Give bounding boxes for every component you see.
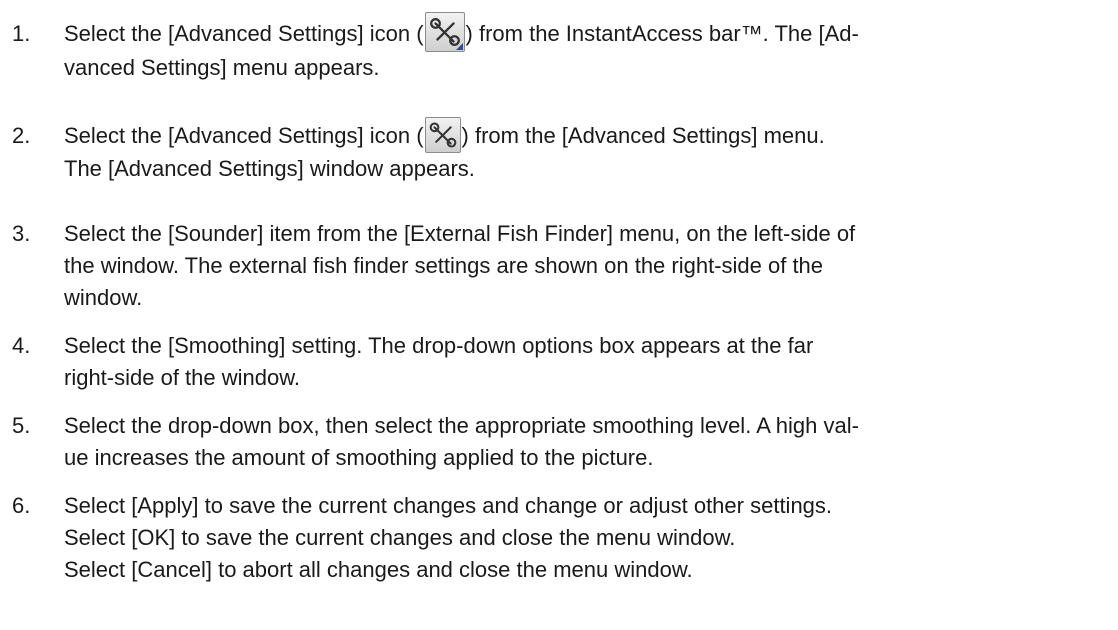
step-text: Select the [Advanced Settings] icon ( ) f… xyxy=(64,117,1102,185)
advanced-settings-icon xyxy=(424,117,461,154)
step-text-segment: Select the drop-down box, then select th… xyxy=(64,413,859,438)
step-text-segment: ue increases the amount of smoothing app… xyxy=(64,445,654,470)
step-number: 1. xyxy=(12,21,31,46)
step-text: Select the [Smoothing] setting. The drop… xyxy=(64,330,1102,394)
step-text: Select the drop-down box, then select th… xyxy=(64,410,1102,474)
step-text-segment: window. xyxy=(64,285,143,310)
step-text-segment: Select the [Smoothing] setting. The drop… xyxy=(64,333,814,358)
step-text-segment: ) from the InstantAccess bar™. The [Ad- xyxy=(465,21,859,46)
step-4: 4. Select the [Smoothing] setting. The d… xyxy=(12,330,1102,394)
step-3: 3. Select the [Sounder] item from the [E… xyxy=(12,218,1102,314)
step-text-segment: Select the [Advanced Settings] icon ( xyxy=(64,21,424,46)
step-text-segment: Select the [Sounder] item from the [Exte… xyxy=(64,221,856,246)
step-text-segment: Select [OK] to save the current changes … xyxy=(64,525,736,550)
step-text-segment: right-side of the window. xyxy=(64,365,301,390)
step-number: 2. xyxy=(12,123,31,148)
step-text-segment: the window. The external fish finder set… xyxy=(64,253,824,278)
step-text-segment: vanced Settings] menu appears. xyxy=(64,55,380,81)
step-text: Select the [Advanced Settings] icon ( ) f… xyxy=(64,12,1102,84)
step-text-segment: The [Advanced Settings] window appears. xyxy=(64,156,475,182)
step-6: 6. Select [Apply] to save the current ch… xyxy=(12,490,1102,586)
step-5: 5. Select the drop-down box, then select… xyxy=(12,410,1102,474)
step-text: Select [Apply] to save the current chang… xyxy=(64,490,1102,586)
advanced-settings-icon xyxy=(424,12,465,53)
step-text-segment: Select [Apply] to save the current chang… xyxy=(64,493,833,518)
step-number: 6. xyxy=(12,493,31,518)
step-2: 2. Select the [Advanced Settings] icon (… xyxy=(12,117,1102,185)
step-number: 3. xyxy=(12,221,31,246)
step-text-segment: Select the [Advanced Settings] icon ( xyxy=(64,123,424,148)
step-number: 5. xyxy=(12,413,31,438)
step-1: 1. Select the [Advanced Settings] icon (… xyxy=(12,12,1102,84)
step-text: Select the [Sounder] item from the [Exte… xyxy=(64,218,1102,314)
step-number: 4. xyxy=(12,333,31,358)
step-text-segment: ) from the [Advanced Settings] menu. xyxy=(461,123,825,148)
step-text-segment: Select [Cancel] to abort all changes and… xyxy=(64,557,693,582)
